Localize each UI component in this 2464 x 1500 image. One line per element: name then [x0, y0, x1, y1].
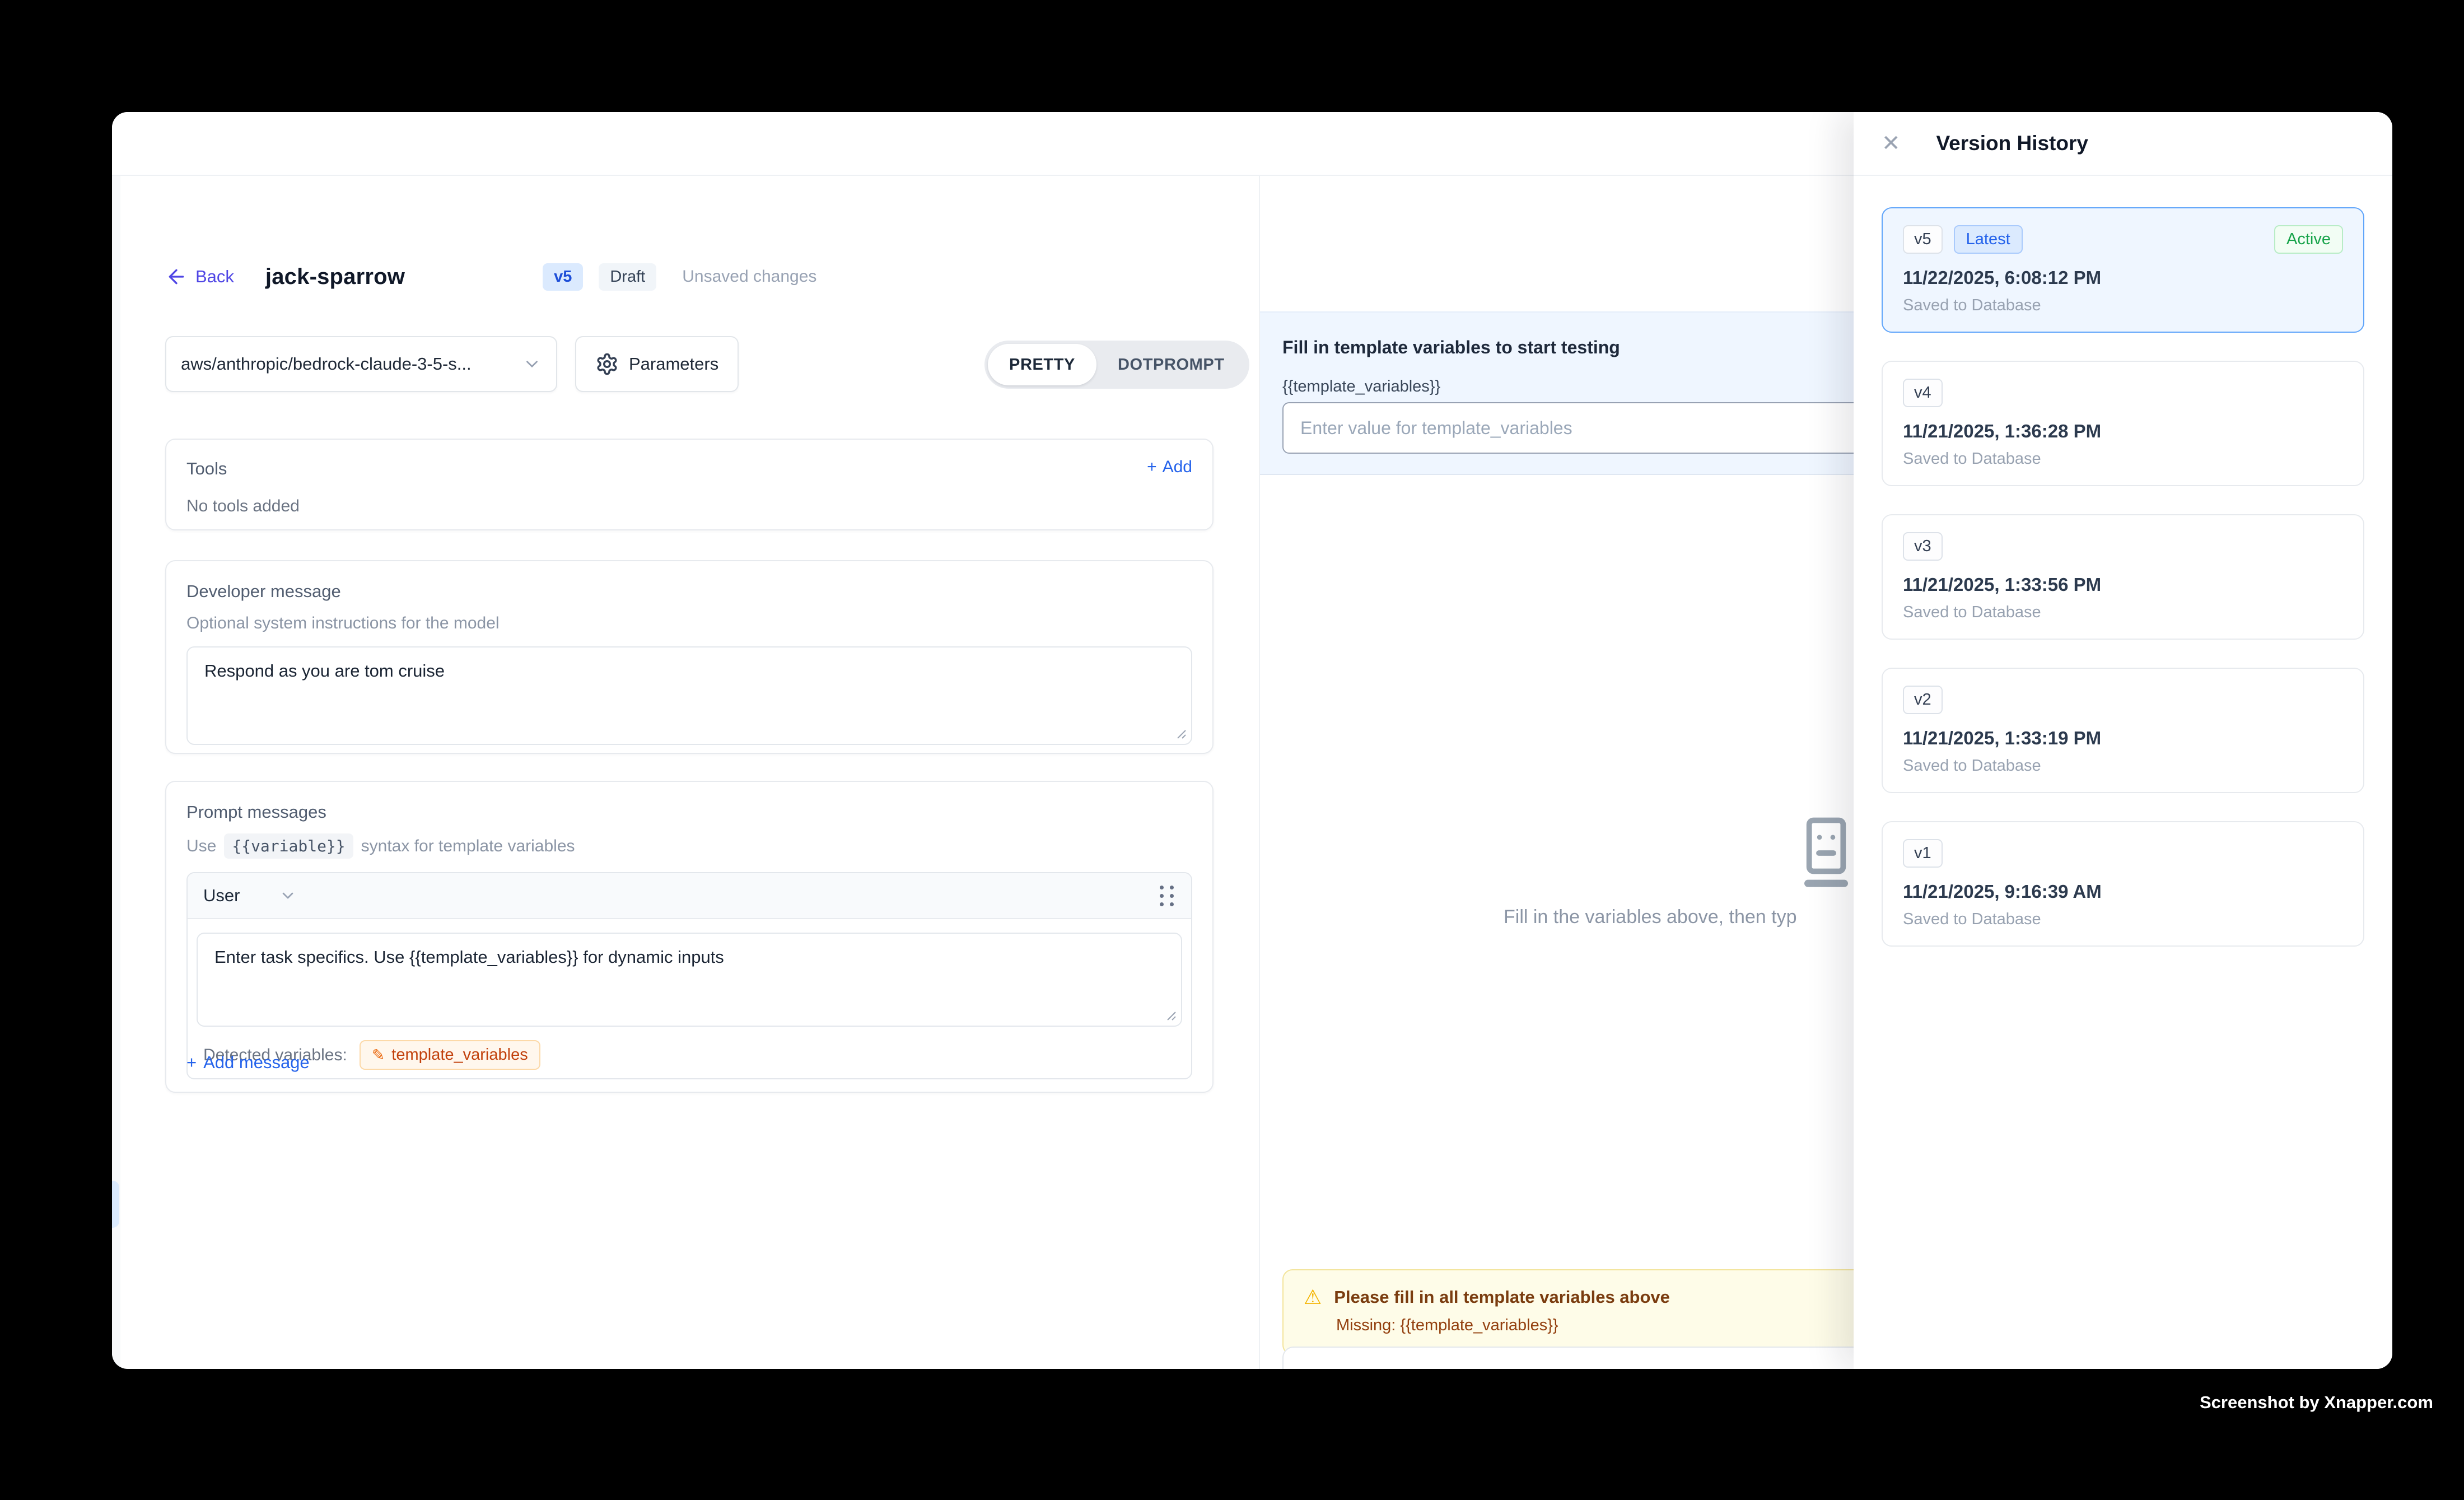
prompt-messages-section: Prompt messages Use {{variable}} syntax …	[165, 781, 1214, 1093]
plus-icon: +	[1147, 458, 1157, 477]
format-toggle: PRETTY DOTPROMPT	[984, 341, 1249, 389]
version-badge: v5	[543, 263, 583, 291]
version-list: v5 Latest Active 11/22/2025, 6:08:12 PM Save…	[1882, 207, 2364, 975]
drag-handle-icon[interactable]	[1160, 886, 1175, 906]
version-card[interactable]: v1 11/21/2025, 9:16:39 AM Saved to Databas…	[1882, 821, 2364, 947]
version-number-badge: v1	[1903, 839, 1943, 868]
tools-section: Tools + Add No tools added	[165, 439, 1214, 530]
message-role-row: User	[188, 873, 1191, 919]
version-card[interactable]: v2 11/21/2025, 1:33:19 PM Saved to Databas…	[1882, 668, 2364, 793]
page-title: jack-sparrow	[265, 264, 405, 290]
prompt-messages-subtitle: Use {{variable}} syntax for template var…	[186, 833, 1192, 859]
variable-syntax-chip: {{variable}}	[224, 833, 353, 859]
warning-icon: ⚠	[1304, 1287, 1322, 1307]
add-message-button[interactable]: + Add message	[186, 1052, 310, 1073]
tools-empty-text: No tools added	[186, 497, 1192, 516]
prompt-message-textarea[interactable]: Enter task specifics. Use {{template_var…	[198, 934, 1181, 1026]
app-window: Back jack-sparrow v5 Draft Unsaved chang…	[112, 112, 2392, 1369]
template-variables-title: Fill in template variables to start test…	[1282, 337, 1620, 358]
version-status: Saved to Database	[1903, 450, 2343, 468]
latest-badge: Latest	[1954, 225, 2023, 254]
chevron-down-icon	[522, 355, 542, 374]
gear-icon	[595, 352, 619, 376]
detected-variables-row: Detected variables: ✎ template_variables	[188, 1027, 1191, 1070]
back-label: Back	[195, 267, 234, 287]
version-history-header: ✕ Version History	[1854, 112, 2392, 176]
version-number-badge: v3	[1903, 532, 1943, 561]
version-status: Saved to Database	[1903, 910, 2343, 929]
add-tool-button[interactable]: + Add	[1147, 458, 1192, 477]
close-icon[interactable]: ✕	[1882, 132, 1901, 155]
developer-message-section: Developer message Optional system instru…	[165, 560, 1214, 754]
version-card[interactable]: v4 11/21/2025, 1:36:28 PM Saved to Databas…	[1882, 361, 2364, 486]
template-variable-label: {{template_variables}}	[1282, 378, 1440, 396]
version-status: Saved to Database	[1903, 296, 2343, 315]
version-card[interactable]: v3 11/21/2025, 1:33:56 PM Saved to Databas…	[1882, 514, 2364, 640]
role-select[interactable]: User	[203, 886, 240, 906]
developer-message-title: Developer message	[186, 581, 1192, 602]
detected-variable-chip[interactable]: ✎ template_variables	[360, 1040, 540, 1070]
version-history-title: Version History	[1936, 132, 2088, 155]
version-number-badge: v5	[1903, 225, 1943, 254]
parameters-label: Parameters	[629, 354, 718, 374]
model-select-value: aws/anthropic/bedrock-claude-3-5-s...	[181, 354, 522, 374]
developer-message-textarea[interactable]: Respond as you are tom cruise	[188, 647, 1191, 744]
title-row: Back jack-sparrow v5 Draft Unsaved chang…	[165, 253, 816, 300]
chevron-down-icon[interactable]	[279, 887, 297, 905]
version-number-badge: v2	[1903, 686, 1943, 714]
plus-icon: +	[186, 1052, 197, 1073]
arrow-left-icon	[165, 265, 188, 288]
warning-title: Please fill in all template variables ab…	[1334, 1287, 1670, 1307]
active-badge: Active	[2274, 225, 2343, 254]
version-history-panel: ✕ Version History v5 Latest Active 11/22/20…	[1854, 112, 2392, 1369]
back-button[interactable]: Back	[165, 265, 234, 288]
version-status: Saved to Database	[1903, 757, 2343, 775]
resize-grip-icon[interactable]	[1162, 1007, 1177, 1021]
collapsed-side-tab[interactable]	[112, 1181, 119, 1228]
draft-badge: Draft	[599, 263, 656, 291]
toggle-pretty[interactable]: PRETTY	[988, 344, 1096, 385]
version-timestamp: 11/21/2025, 9:16:39 AM	[1903, 881, 2343, 902]
toggle-dotprompt[interactable]: DOTPROMPT	[1096, 344, 1246, 385]
message-editor: User Enter task specifics. Use {{templat…	[186, 872, 1192, 1079]
prompt-messages-title: Prompt messages	[186, 802, 1192, 822]
parameters-button[interactable]: Parameters	[575, 336, 739, 392]
version-timestamp: 11/22/2025, 6:08:12 PM	[1903, 267, 2343, 288]
version-timestamp: 11/21/2025, 1:33:19 PM	[1903, 728, 2343, 749]
model-select[interactable]: aws/anthropic/bedrock-claude-3-5-s...	[165, 336, 557, 392]
version-status: Saved to Database	[1903, 603, 2343, 622]
unsaved-changes-label: Unsaved changes	[682, 267, 816, 286]
bot-face-icon	[1790, 817, 1863, 889]
tools-title: Tools	[186, 459, 1192, 479]
watermark-text: Screenshot by Xnapper.com	[2200, 1392, 2433, 1413]
empty-state-text: Fill in the variables above, then typ	[1504, 906, 1797, 928]
version-timestamp: 11/21/2025, 1:33:56 PM	[1903, 574, 2343, 595]
resize-grip-icon[interactable]	[1172, 725, 1187, 739]
version-number-badge: v4	[1903, 379, 1943, 407]
pencil-icon: ✎	[372, 1046, 385, 1064]
developer-message-subtitle: Optional system instructions for the mod…	[186, 614, 1192, 633]
version-card[interactable]: v5 Latest Active 11/22/2025, 6:08:12 PM Save…	[1882, 207, 2364, 333]
version-timestamp: 11/21/2025, 1:36:28 PM	[1903, 421, 2343, 442]
screenshot-stage: Back jack-sparrow v5 Draft Unsaved chang…	[0, 0, 2464, 1500]
